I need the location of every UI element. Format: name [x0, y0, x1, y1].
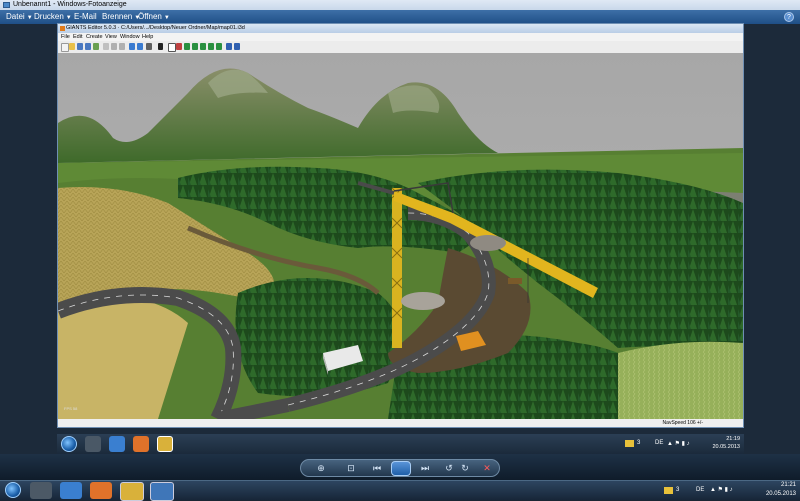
menu-brennen-label: Brennen: [102, 12, 133, 21]
3d-viewport[interactable]: FPS 58: [58, 53, 743, 419]
menu-email[interactable]: E-Mail: [74, 10, 97, 24]
explorer-icon[interactable]: [30, 482, 52, 499]
editor-menubar: File Edit Create View Window Help: [58, 33, 743, 41]
folder-icon[interactable]: [120, 482, 144, 501]
cut-icon[interactable]: [103, 43, 109, 50]
settings-icon[interactable]: [146, 43, 152, 50]
menu-datei[interactable]: Datei ▼: [6, 10, 33, 25]
firefox-icon[interactable]: [90, 482, 112, 499]
import-icon[interactable]: [93, 43, 99, 50]
next-icon[interactable]: ⏭: [419, 463, 431, 474]
ie-icon[interactable]: [60, 482, 82, 499]
inner-tray-flags: ▲ ⚑ ▮ ♪: [667, 441, 690, 447]
photo-viewer-icon: [3, 2, 10, 8]
editor-window: GIANTS Editor 5.0.3 · C:/Users/.../Deskt…: [57, 23, 744, 428]
slideshow-icon[interactable]: [391, 461, 411, 476]
inner-mail-icon: [625, 440, 634, 447]
copy-icon[interactable]: [111, 43, 117, 50]
inner-mail-count: 3: [637, 440, 641, 446]
viewer-control-bar: ⊕ ⊡ ⏮ ⏭ ↺ ↻ ✕: [300, 459, 500, 477]
scale-icon[interactable]: [192, 43, 198, 50]
clock-time: 21:21: [780, 482, 796, 488]
menu-datei-label: Datei: [6, 12, 25, 21]
editor-menu-view[interactable]: View: [105, 33, 117, 41]
rotate-left-icon[interactable]: ↺: [443, 463, 455, 474]
terrain-scene: FPS 58: [58, 53, 743, 419]
fit-icon[interactable]: ⊡: [345, 463, 357, 474]
previous-icon[interactable]: ⏮: [371, 463, 383, 474]
editor-statusbar: NavSpeed 106 +/-: [58, 419, 743, 427]
foliage-icon[interactable]: [216, 43, 222, 50]
delete-icon[interactable]: ✕: [481, 463, 493, 474]
camera-icon[interactable]: [226, 43, 232, 50]
chevron-down-icon: ▼: [65, 15, 72, 21]
editor-app-icon: [60, 26, 65, 31]
move-icon[interactable]: [176, 43, 182, 50]
rotate-right-icon[interactable]: ↻: [459, 463, 471, 474]
inner-tray-lang: DE: [655, 440, 664, 446]
terrain-icon[interactable]: [200, 43, 206, 50]
window-title: Unbenannt1 - Windows-Fotoanzeige: [13, 1, 127, 8]
editor-menu-create[interactable]: Create: [86, 33, 103, 41]
undo-icon[interactable]: [129, 43, 135, 50]
window-titlebar: Unbenannt1 - Windows-Fotoanzeige: [0, 0, 800, 10]
chevron-down-icon: ▼: [26, 15, 33, 21]
menu-drucken-label: Drucken: [34, 12, 64, 21]
taskbar: 3 DE ▲ ⚑ ▮ ♪ 21:21 20.05.2013: [0, 480, 800, 501]
editor-menu-window[interactable]: Window: [120, 33, 140, 41]
paste-icon[interactable]: [119, 43, 125, 50]
chevron-down-icon: ▼: [163, 15, 170, 21]
open-folder-icon[interactable]: [69, 43, 75, 50]
mail-count: 3: [676, 487, 680, 493]
tray-lang[interactable]: DE: [696, 487, 704, 493]
save-icon[interactable]: [77, 43, 83, 50]
light-icon[interactable]: [234, 43, 240, 50]
start-button[interactable]: [5, 482, 21, 498]
clock-date: 20.05.2013: [765, 491, 796, 497]
menu-email-label: E-Mail: [74, 12, 97, 21]
inner-explorer-icon: [85, 436, 101, 452]
mail-icon[interactable]: [664, 487, 673, 494]
inner-ie-icon: [109, 436, 125, 452]
play-icon[interactable]: [158, 43, 163, 50]
inner-clock: 21:19 20.05.2013: [712, 435, 740, 451]
editor-menu-edit[interactable]: Edit: [73, 33, 82, 41]
editor-titlebar: GIANTS Editor 5.0.3 · C:/Users/.../Deskt…: [58, 24, 743, 33]
inner-taskbar: 3 DE ▲ ⚑ ▮ ♪ 21:19 20.05.2013: [57, 434, 744, 454]
help-icon[interactable]: ?: [784, 12, 794, 22]
inner-clock-date: 20.05.2013: [712, 444, 740, 450]
nav-speed-readout: NavSpeed 106 +/-: [662, 420, 703, 426]
zoom-icon[interactable]: ⊕: [315, 463, 327, 474]
editor-title: GIANTS Editor 5.0.3 · C:/Users/.../Deskt…: [66, 25, 245, 31]
inner-firefox-icon: [133, 436, 149, 452]
inner-clock-time: 21:19: [726, 436, 740, 442]
redo-icon[interactable]: [137, 43, 143, 50]
clock[interactable]: 21:21 20.05.2013: [766, 481, 796, 499]
editor-menu-file[interactable]: File: [61, 33, 70, 41]
editor-menu-help[interactable]: Help: [142, 33, 153, 41]
tray-icons[interactable]: ▲ ⚑ ▮ ♪: [710, 486, 733, 493]
photo-viewer-icon[interactable]: [150, 482, 174, 501]
paint-icon[interactable]: [208, 43, 214, 50]
svg-text:FPS 58: FPS 58: [64, 406, 78, 411]
save-all-icon[interactable]: [85, 43, 91, 50]
inner-folder-icon: [157, 436, 173, 452]
inner-start-icon: [61, 436, 77, 452]
menu-oeffnen-label: Öffnen: [138, 12, 162, 21]
new-file-icon[interactable]: [61, 43, 69, 52]
rotate-icon[interactable]: [184, 43, 190, 50]
viewer-menubar: Datei ▼ Drucken ▼ E-Mail Brennen ▼ Öffnen ▼ …: [0, 10, 800, 24]
select-icon[interactable]: [168, 43, 176, 52]
